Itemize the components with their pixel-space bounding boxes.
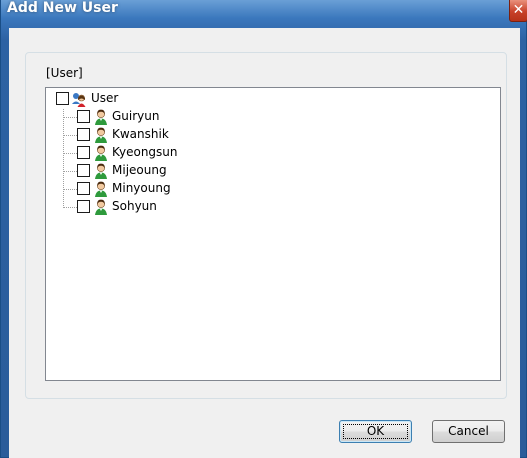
user-icon — [93, 162, 109, 180]
group-label: [User] — [46, 66, 83, 80]
window-title: Add New User — [7, 0, 118, 16]
user-label: Kyeongsun — [112, 145, 178, 159]
user-checkbox[interactable] — [77, 200, 90, 213]
tree-node-root[interactable]: User — [46, 90, 166, 108]
user-icon — [93, 108, 109, 126]
user-icon — [93, 180, 109, 198]
tree-node-user[interactable]: Sohyun — [46, 198, 206, 216]
cancel-button-label: Cancel — [448, 424, 489, 438]
user-label: Minyoung — [112, 181, 171, 195]
tree-node-user[interactable]: Guiryun — [46, 108, 206, 126]
tree-node-user[interactable]: Kwanshik — [46, 126, 206, 144]
user-label: Guiryun — [112, 109, 160, 123]
close-button[interactable]: ✕ — [509, 0, 527, 22]
close-icon: ✕ — [512, 2, 525, 18]
user-icon — [93, 198, 109, 216]
user-label: Mijeoung — [112, 163, 167, 177]
focus-rectangle — [343, 424, 408, 439]
user-checkbox[interactable] — [77, 110, 90, 123]
user-icon — [93, 144, 109, 162]
user-checkbox[interactable] — [77, 182, 90, 195]
dialog-body: [User] User Guiryun Kwanshik Kyeongsun M… — [9, 28, 520, 458]
user-label: Sohyun — [112, 199, 157, 213]
user-checkbox[interactable] — [77, 128, 90, 141]
user-label: Kwanshik — [112, 127, 169, 141]
tree-node-user[interactable]: Mijeoung — [46, 162, 206, 180]
user-tree[interactable]: User Guiryun Kwanshik Kyeongsun Mijeoung… — [45, 87, 501, 381]
user-checkbox[interactable] — [77, 164, 90, 177]
dialog-window: Add New User ✕ [User] User Guiryun Kwans… — [0, 0, 527, 458]
ok-button[interactable]: OK — [339, 420, 412, 443]
user-icon — [93, 126, 109, 144]
tree-node-user[interactable]: Kyeongsun — [46, 144, 206, 162]
root-checkbox[interactable] — [56, 92, 69, 105]
cancel-button[interactable]: Cancel — [432, 420, 505, 443]
root-label: User — [91, 91, 119, 105]
user-checkbox[interactable] — [77, 146, 90, 159]
user-group-icon — [71, 90, 87, 108]
tree-node-user[interactable]: Minyoung — [46, 180, 206, 198]
